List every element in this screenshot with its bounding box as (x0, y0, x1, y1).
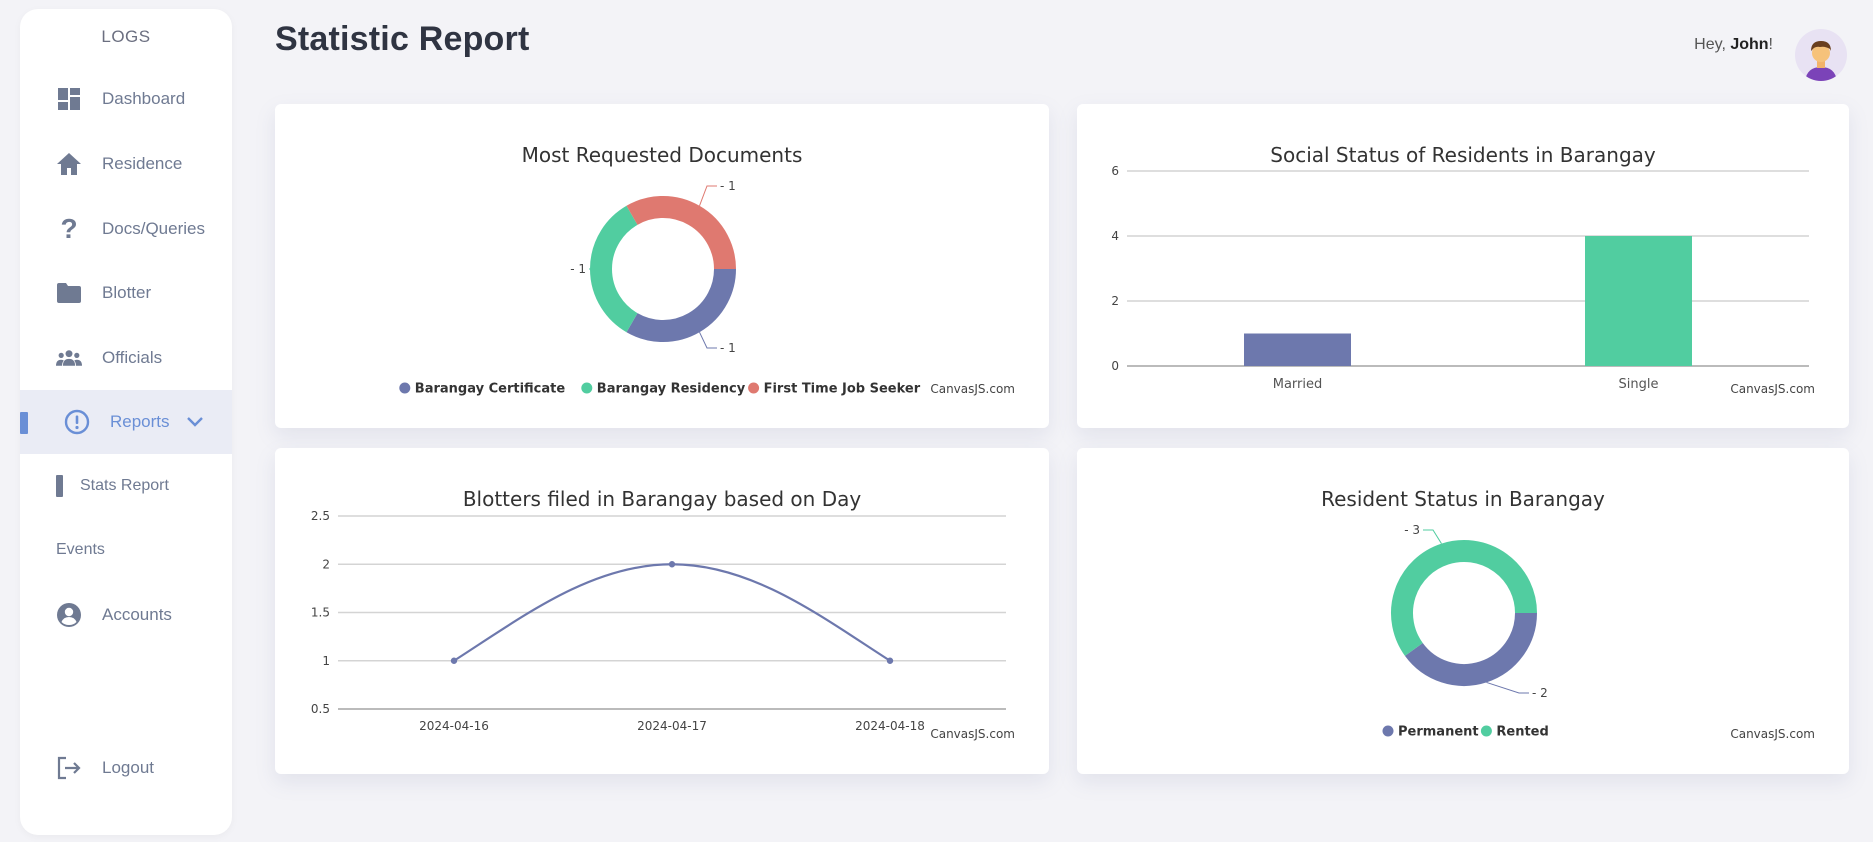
pie-value-label: - 3 (1404, 523, 1420, 537)
y-tick-label: 0.5 (311, 702, 330, 716)
legend-label: Barangay Residency (597, 382, 746, 397)
sidebar-item-label: Dashboard (102, 89, 186, 108)
chart-card-social-status: Social Status of Residents in Barangay 0… (1077, 104, 1849, 428)
chevron-down-icon[interactable] (186, 416, 204, 428)
y-tick-label: 1 (322, 654, 330, 668)
question-icon: ? (60, 213, 78, 244)
y-tick-label: 0 (1111, 359, 1119, 373)
sidebar-item-label: Logout (102, 758, 154, 777)
sidebar-subitem-events[interactable]: Events (56, 541, 105, 559)
sidebar-logo: LOGS (101, 27, 151, 46)
line-chart-blotters: 0.5 1 1.5 2 2.5 2024-04-16 2024-04-17 2024-04-1… (311, 509, 1006, 733)
user-avatar-icon (1805, 41, 1837, 81)
logout-icon (56, 755, 82, 781)
x-tick-label: Married (1273, 377, 1323, 392)
sidebar-item-docs-queries[interactable]: ? Docs/Queries (20, 197, 232, 261)
chart-credit: CanvasJS.com (930, 727, 1015, 741)
pie-slice (1391, 540, 1537, 656)
bar (1244, 333, 1351, 366)
pie-value-label: - 1 (720, 179, 736, 193)
y-tick-label: 2 (1111, 294, 1119, 308)
y-tick-label: 1.5 (311, 606, 330, 620)
legend-marker (399, 382, 411, 394)
user-name: John (1730, 36, 1769, 53)
legend-label: Permanent (1398, 725, 1479, 740)
greeting-prefix: Hey, (1694, 36, 1731, 53)
chart-card-resident-status: Resident Status in Barangay - 2- 3 Perman… (1077, 448, 1849, 774)
y-tick-label: 4 (1111, 229, 1119, 243)
dashboard-icon (56, 86, 82, 112)
x-tick-label: 2024-04-17 (637, 719, 707, 733)
sidebar-item-dashboard[interactable]: Dashboard (20, 67, 232, 131)
sidebar-item-reports[interactable]: Reports (20, 390, 232, 454)
user-greeting: Hey, John! (1694, 36, 1773, 54)
pie-slice (1404, 612, 1537, 686)
legend-label: First Time Job Seeker (764, 382, 921, 397)
x-tick-label: 2024-04-18 (855, 719, 925, 733)
greeting-suffix: ! (1768, 36, 1773, 53)
avatar[interactable] (1795, 29, 1847, 81)
legend-marker (748, 382, 760, 394)
legend-marker (1480, 725, 1492, 737)
pie-label-line (1486, 681, 1529, 694)
sidebar-item-logout[interactable]: Logout (20, 736, 232, 800)
pie-slice (626, 268, 736, 342)
data-point (450, 657, 458, 664)
pie-label-line (1423, 529, 1442, 544)
alert-circle-icon (64, 409, 90, 435)
sidebar-item-label: Residence (102, 154, 183, 173)
sidebar-item-label: Reports (110, 412, 170, 431)
pie-label-line (699, 185, 717, 206)
x-tick-label: Single (1619, 377, 1659, 392)
sidebar-item-label: Blotter (102, 283, 152, 302)
folder-icon (56, 280, 82, 306)
chart-credit: CanvasJS.com (930, 382, 1015, 396)
bar (1585, 236, 1692, 366)
active-indicator (20, 412, 28, 434)
chart-credit: CanvasJS.com (1730, 382, 1815, 396)
legend-marker (581, 382, 593, 394)
legend-label: Barangay Certificate (415, 382, 566, 397)
sidebar-subitem-stats-report[interactable]: Stats Report (56, 475, 169, 497)
y-tick-label: 2.5 (311, 509, 330, 523)
data-point (886, 657, 894, 664)
pie-slice (626, 196, 736, 270)
sidebar-item-label: Docs/Queries (102, 219, 205, 238)
pie-value-label: - 1 (570, 262, 586, 276)
donut-chart-resident-status: - 2 - 3 Permanent Rented (1382, 523, 1549, 740)
group-icon (56, 345, 82, 371)
chart-credit: CanvasJS.com (1730, 727, 1815, 741)
sidebar-item-label: Events (56, 541, 105, 558)
active-subitem-indicator (56, 475, 63, 497)
sidebar-item-accounts[interactable]: Accounts (20, 583, 232, 647)
pie-value-label: - 1 (720, 341, 736, 355)
sidebar-item-label: Officials (102, 348, 163, 367)
donut-chart-documents: - 1 - 1 - 1 Barangay Certificate Barangay Re… (399, 179, 921, 397)
sidebar-item-label: Stats Report (80, 477, 169, 494)
pie-label-line (699, 332, 717, 349)
y-tick-label: 2 (322, 557, 330, 571)
pie-slice (590, 205, 638, 333)
sidebar-item-blotter[interactable]: Blotter (20, 261, 232, 325)
page-title: Statistic Report (275, 20, 530, 58)
pie-value-label: - 2 (1532, 686, 1548, 700)
y-tick-label: 6 (1111, 164, 1119, 178)
sidebar-item-label: Accounts (102, 605, 172, 624)
sidebar-item-officials[interactable]: Officials (20, 326, 232, 390)
sidebar: LOGS Dashboard Residence ? Docs/Queries … (20, 9, 232, 835)
chart-card-documents: Most Requested Documents - 1- 1- 1 Barang… (275, 104, 1049, 428)
bar-chart-social-status: 0 2 4 6 Married Single (1111, 164, 1809, 392)
data-point (668, 561, 676, 568)
legend-marker (1382, 725, 1394, 737)
legend-label: Rented (1496, 725, 1548, 740)
sidebar-item-residence[interactable]: Residence (20, 132, 232, 196)
account-circle-icon (56, 602, 82, 628)
x-tick-label: 2024-04-16 (419, 719, 489, 733)
home-icon (56, 151, 82, 177)
chart-card-blotters: Blotters filed in Barangay based on Day … (275, 448, 1049, 774)
